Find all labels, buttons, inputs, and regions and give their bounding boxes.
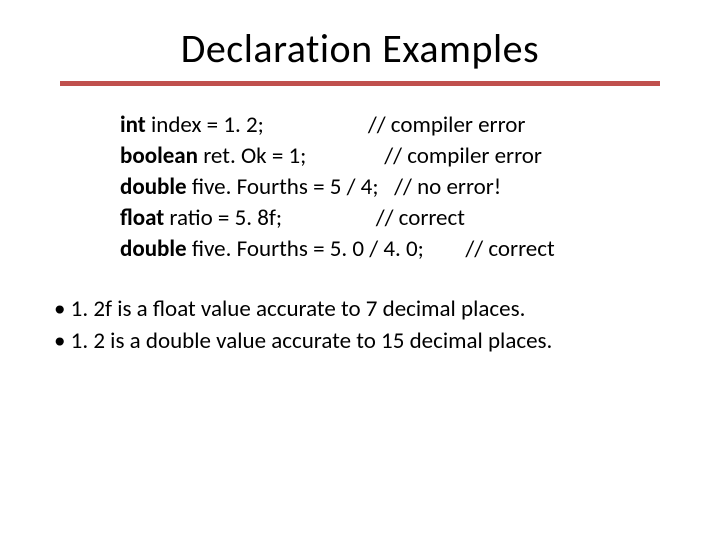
code-line: boolean ret. Ok = 1; // compiler error (120, 141, 610, 172)
code-comment: // compiler error (368, 110, 526, 141)
code-keyword: double (120, 234, 187, 265)
code-comment: // correct (376, 203, 465, 234)
code-line: float ratio = 5. 8f; // correct (120, 203, 610, 234)
code-text: ret. Ok = 1; (198, 141, 306, 172)
code-pad (424, 234, 466, 265)
code-line: double five. Fourths = 5. 0 / 4. 0; // c… (120, 234, 610, 265)
bullet-item: 1. 2 is a double value accurate to 15 de… (54, 325, 666, 357)
code-keyword: float (120, 203, 164, 234)
code-pad (379, 172, 395, 203)
code-text: five. Fourths = 5. 0 / 4. 0; (187, 234, 424, 265)
code-pad (306, 141, 384, 172)
code-comment: // no error! (394, 172, 501, 203)
bullet-list: 1. 2f is a float value accurate to 7 dec… (54, 293, 666, 357)
code-comment: // compiler error (384, 141, 542, 172)
code-text: ratio = 5. 8f; (164, 203, 282, 234)
code-pad (282, 203, 376, 234)
code-text: index = 1. 2; (146, 110, 264, 141)
code-keyword: int (120, 110, 146, 141)
code-keyword: boolean (120, 141, 198, 172)
title-underline (60, 81, 660, 86)
code-line: double five. Fourths = 5 / 4; // no erro… (120, 172, 610, 203)
slide: Declaration Examples int index = 1. 2; /… (0, 0, 720, 540)
code-keyword: double (120, 172, 187, 203)
code-line: int index = 1. 2; // compiler error (120, 110, 610, 141)
code-text: five. Fourths = 5 / 4; (187, 172, 379, 203)
bullet-item: 1. 2f is a float value accurate to 7 dec… (54, 293, 666, 325)
code-pad (264, 110, 368, 141)
slide-title: Declaration Examples (0, 0, 720, 81)
code-block: int index = 1. 2; // compiler error bool… (110, 110, 610, 265)
code-comment: // correct (465, 234, 554, 265)
